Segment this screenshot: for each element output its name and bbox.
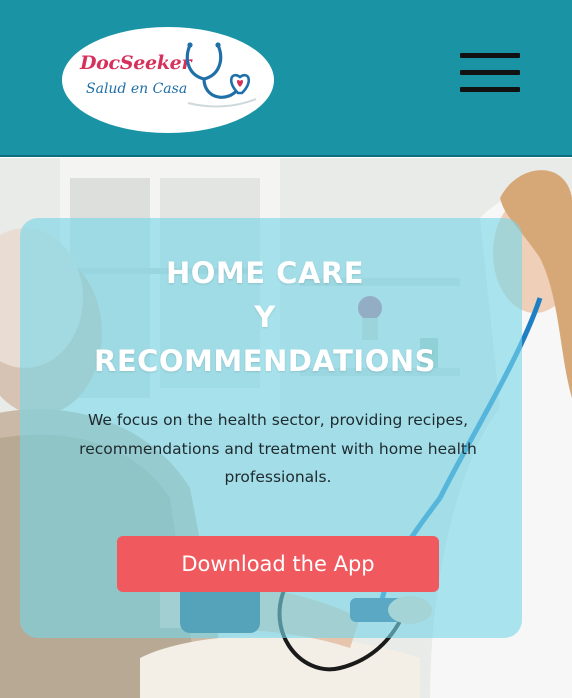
- headline-line-1: HOME CARE: [165, 256, 365, 290]
- top-navigation-bar: DocSeeker Salud en Casa: [0, 0, 572, 157]
- hamburger-menu-icon[interactable]: [460, 53, 520, 95]
- menu-bar-bottom: [460, 87, 520, 92]
- headline-line-2: Y: [254, 300, 276, 334]
- headline-line-3: RECOMMENDATIONS: [93, 344, 437, 378]
- hero-description: We focus on the health sector, providing…: [79, 411, 477, 486]
- logo-title: DocSeeker: [80, 52, 192, 74]
- download-app-button[interactable]: Download the App: [117, 536, 439, 592]
- menu-bar-top: [460, 53, 520, 58]
- hero-headline: HOME CARE Y RECOMMENDATIONS: [0, 251, 530, 383]
- logo-subtitle: Salud en Casa: [86, 81, 188, 97]
- menu-bar-middle: [460, 70, 520, 75]
- hero-section: HOME CARE Y RECOMMENDATIONS We focus on …: [0, 158, 572, 698]
- docseeker-logo[interactable]: DocSeeker Salud en Casa: [62, 27, 274, 133]
- stethoscope-heart-icon: [185, 42, 257, 108]
